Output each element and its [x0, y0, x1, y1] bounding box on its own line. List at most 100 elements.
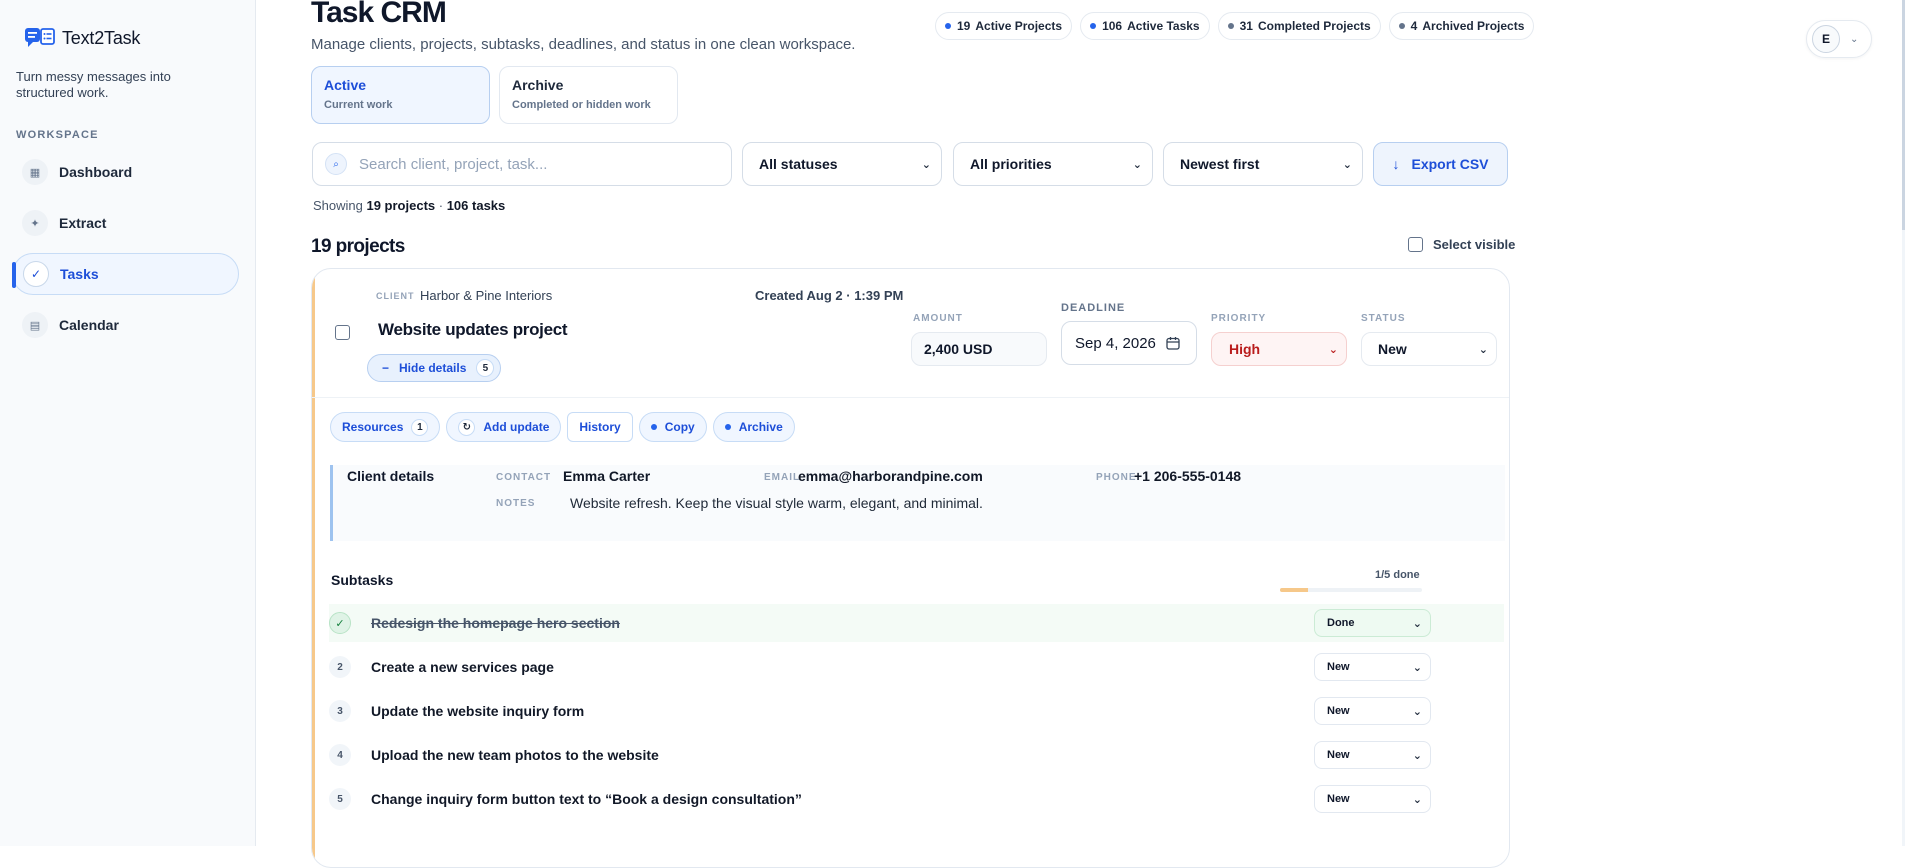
- client-details: Client details CONTACT Emma Carter EMAIL…: [330, 465, 1505, 541]
- app-name: Text2Task: [62, 27, 141, 48]
- sidebar-item-tasks[interactable]: ✓ Tasks: [12, 253, 239, 295]
- sidebar: Text2Task Turn messy messages into struc…: [0, 0, 256, 846]
- workspace-label: WORKSPACE: [16, 129, 99, 141]
- contact-email[interactable]: emma@harborandpine.com: [798, 468, 983, 484]
- amount-field[interactable]: 2,400 USD: [911, 332, 1047, 366]
- stat-archived-projects: 4 Archived Projects: [1388, 12, 1535, 40]
- contact-name: Emma Carter: [563, 468, 651, 484]
- subtask-status-select[interactable]: New ⌄: [1314, 653, 1431, 681]
- subtasks-progress-bar: [1280, 588, 1422, 592]
- project-checkbox[interactable]: [335, 325, 350, 340]
- deadline-field[interactable]: Sep 4, 2026: [1061, 321, 1197, 365]
- chevron-down-icon: ⌄: [1412, 617, 1422, 630]
- chevron-down-icon: ⌄: [1412, 749, 1422, 762]
- subtask-row: 5 Change inquiry form button text to “Bo…: [329, 780, 1504, 818]
- project-name: Website updates project: [378, 320, 568, 339]
- chevron-down-icon: ⌄: [1478, 343, 1488, 356]
- subtask-text: Redesign the homepage hero section: [371, 615, 620, 631]
- subtask-row: 2 Create a new services page New ⌄: [329, 648, 1504, 686]
- page-title: Task CRM: [311, 0, 447, 29]
- subtask-row: ✓ Redesign the homepage hero section Don…: [329, 604, 1504, 642]
- results-summary: Showing 19 projects · 106 tasks: [313, 198, 506, 213]
- project-header: CLIENT Harbor & Pine Interiors Created A…: [312, 269, 1509, 398]
- chevron-down-icon: ⌄: [1412, 793, 1422, 806]
- select-visible[interactable]: Select visible: [1408, 237, 1515, 252]
- arrow-down-icon: ↓: [1392, 156, 1400, 172]
- client-details-title: Client details: [347, 468, 435, 484]
- page-subtitle: Manage clients, projects, subtasks, dead…: [311, 36, 856, 53]
- sort-select[interactable]: Newest first ⌄: [1163, 142, 1363, 186]
- chevron-down-icon: ⌄: [1132, 158, 1142, 171]
- export-csv-button[interactable]: ↓ Export CSV: [1373, 142, 1508, 186]
- subtask-text: Create a new services page: [371, 659, 554, 675]
- chevron-down-icon: ⌄: [1328, 343, 1338, 356]
- status-dot-icon: [1227, 23, 1234, 29]
- dot-icon: [724, 424, 731, 430]
- subtasks-done-count: 1/5 done: [1375, 569, 1420, 581]
- tab-archive[interactable]: Archive Completed or hidden work: [499, 66, 678, 124]
- project-card: CLIENT Harbor & Pine Interiors Created A…: [311, 268, 1510, 868]
- search-icon: ⌕: [325, 153, 347, 175]
- created-date: Created Aug 2 · 1:39 PM: [755, 288, 904, 303]
- status-filter[interactable]: All statuses ⌄: [742, 142, 942, 186]
- subtask-status-select[interactable]: New ⌄: [1314, 785, 1431, 813]
- archive-button[interactable]: Archive: [712, 412, 795, 442]
- history-button[interactable]: History: [567, 412, 633, 442]
- sidebar-item-label: Calendar: [59, 317, 119, 333]
- status-select[interactable]: New ⌄: [1361, 332, 1497, 366]
- chevron-down-icon: ⌄: [1412, 661, 1422, 674]
- resources-button[interactable]: Resources 1: [330, 412, 441, 442]
- subtask-number: 4: [329, 744, 351, 766]
- sidebar-item-extract[interactable]: ✦ Extract: [12, 202, 239, 244]
- subtask-number: 2: [329, 656, 351, 678]
- dot-icon: [650, 424, 657, 430]
- sidebar-item-calendar[interactable]: ▤ Calendar: [12, 304, 239, 346]
- stat-active-tasks: 106 Active Tasks: [1080, 12, 1210, 40]
- status-dot-icon: [1090, 23, 1097, 29]
- sidebar-item-label: Dashboard: [59, 164, 133, 180]
- status-dot-icon: [1398, 23, 1405, 29]
- sparkle-icon: ✦: [22, 210, 48, 236]
- subtask-count-badge: 5: [476, 359, 495, 377]
- subtask-status-select[interactable]: Done ⌄: [1314, 609, 1431, 637]
- sidebar-item-label: Tasks: [60, 266, 99, 282]
- stats-bar: 19 Active Projects 106 Active Tasks 31 Comp…: [935, 12, 1535, 40]
- copy-button[interactable]: Copy: [638, 412, 707, 442]
- user-menu[interactable]: E ⌄: [1806, 20, 1872, 58]
- chevron-down-icon: ⌄: [1342, 158, 1352, 171]
- avatar: E: [1812, 25, 1840, 53]
- app-tagline: Turn messy messages into structured work…: [16, 69, 171, 100]
- subtask-status-select[interactable]: New ⌄: [1314, 697, 1431, 725]
- grid-icon: ▦: [22, 159, 48, 185]
- subtasks-title: Subtasks: [331, 572, 394, 588]
- stat-completed-projects: 31 Completed Projects: [1217, 12, 1381, 40]
- progress-fill: [1280, 588, 1309, 592]
- hide-details-button[interactable]: − Hide details 5: [367, 354, 502, 382]
- select-visible-checkbox[interactable]: [1408, 237, 1423, 252]
- projects-count-title: 19 projects: [311, 236, 405, 257]
- chat-list-icon: [25, 28, 55, 47]
- subtask-text: Update the website inquiry form: [371, 703, 585, 719]
- chevron-down-icon: ⌄: [1412, 705, 1422, 718]
- client-notes: Website refresh. Keep the visual style w…: [570, 495, 983, 511]
- search-input[interactable]: [359, 155, 719, 173]
- subtask-row: 3 Update the website inquiry form New ⌄: [329, 692, 1504, 730]
- priority-filter[interactable]: All priorities ⌄: [953, 142, 1153, 186]
- calendar-icon: ▤: [22, 312, 48, 338]
- refresh-icon: ↻: [458, 418, 476, 436]
- app-logo[interactable]: Text2Task: [24, 26, 140, 50]
- minus-icon: −: [382, 361, 390, 375]
- tab-active[interactable]: Active Current work: [311, 66, 490, 124]
- project-actions: Resources 1 ↻ Add update History Copy Arch…: [330, 412, 795, 442]
- subtask-number: 5: [329, 788, 351, 810]
- subtask-status-select[interactable]: New ⌄: [1314, 741, 1431, 769]
- add-update-button[interactable]: ↻ Add update: [446, 412, 562, 442]
- contact-phone[interactable]: +1 206-555-0148: [1134, 468, 1241, 484]
- sidebar-item-dashboard[interactable]: ▦ Dashboard: [12, 151, 239, 193]
- chevron-down-icon: ⌄: [1850, 33, 1859, 45]
- client-name: Harbor & Pine Interiors: [420, 288, 553, 303]
- check-icon[interactable]: ✓: [329, 612, 351, 634]
- chevron-down-icon: ⌄: [921, 158, 931, 171]
- priority-select[interactable]: High ⌄: [1211, 332, 1347, 366]
- subtask-text: Upload the new team photos to the websit…: [371, 747, 659, 763]
